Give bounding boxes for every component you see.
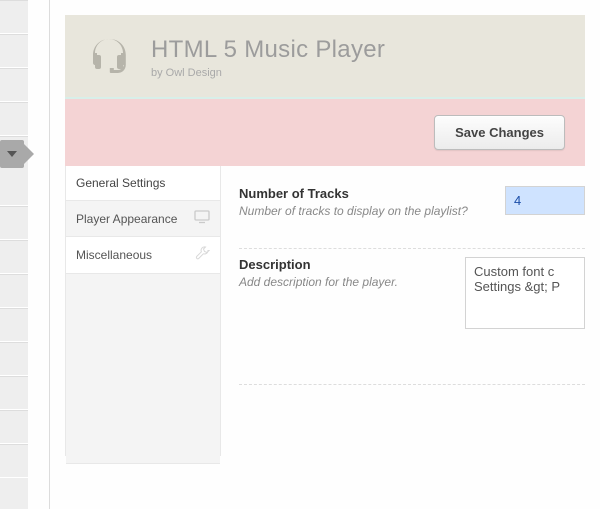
- field-row-tracks: Number of Tracks Number of tracks to dis…: [239, 178, 585, 249]
- content-area: HTML 5 Music Player by Owl Design Save C…: [50, 0, 600, 509]
- field-row-description: Description Add description for the play…: [239, 249, 585, 385]
- sidebar-item-label: Player Appearance: [76, 212, 177, 226]
- field-help: Number of tracks to display on the playl…: [239, 204, 475, 218]
- settings-sidebar: General Settings Player Appearance Misce…: [66, 166, 221, 456]
- plugin-title: HTML 5 Music Player: [151, 36, 385, 64]
- wrench-icon: [195, 246, 210, 264]
- headset-icon: [85, 33, 133, 81]
- action-bar: Save Changes: [65, 99, 585, 166]
- number-of-tracks-input[interactable]: [505, 186, 585, 215]
- save-changes-button[interactable]: Save Changes: [434, 115, 565, 150]
- sidebar-item-miscellaneous[interactable]: Miscellaneous: [66, 237, 220, 274]
- field-help: Add description for the player.: [239, 275, 435, 289]
- form-area: Number of Tracks Number of tracks to dis…: [221, 166, 585, 456]
- description-textarea[interactable]: [465, 257, 585, 329]
- settings-panel: General Settings Player Appearance Misce…: [65, 166, 585, 456]
- field-title: Description: [239, 257, 435, 272]
- sidebar-item-player-appearance[interactable]: Player Appearance: [66, 201, 220, 237]
- sidebar-item-label: Miscellaneous: [76, 248, 152, 262]
- wp-admin-rail: [0, 0, 28, 509]
- monitor-icon: [194, 210, 210, 227]
- plugin-header: HTML 5 Music Player by Owl Design: [65, 15, 585, 99]
- collapse-menu-tab[interactable]: [0, 140, 24, 168]
- chevron-down-icon: [7, 151, 17, 157]
- plugin-byline: by Owl Design: [151, 67, 385, 79]
- field-title: Number of Tracks: [239, 186, 475, 201]
- sidebar-fill: [66, 274, 220, 464]
- sidebar-heading: General Settings: [66, 166, 220, 201]
